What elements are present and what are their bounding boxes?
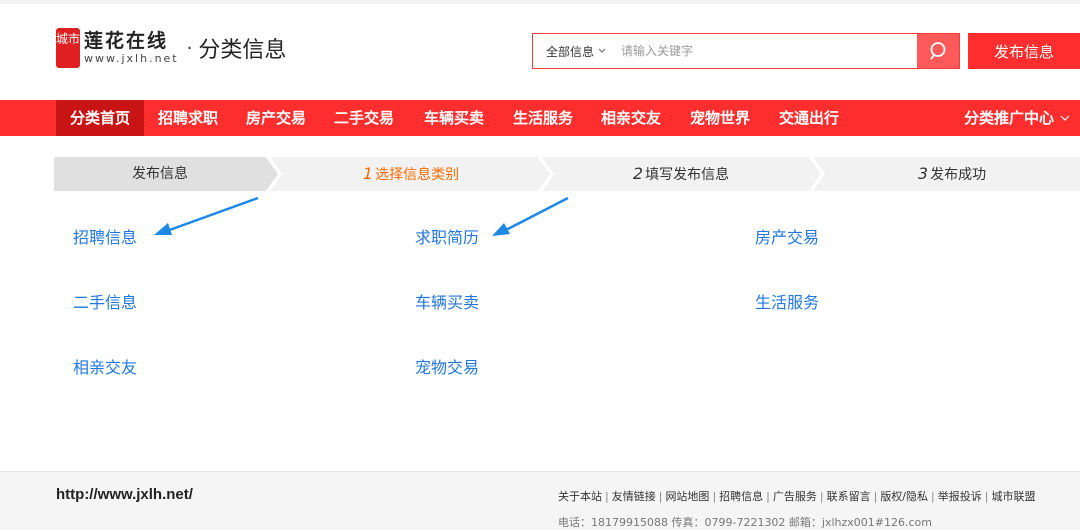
publish-button[interactable]: 发布信息 [968, 33, 1080, 69]
search-input[interactable] [619, 34, 917, 68]
logo-name: 莲花在线 [84, 30, 169, 52]
divider: | [766, 490, 770, 503]
nav-item-jobs[interactable]: 招聘求职 [144, 100, 232, 136]
main-nav: 分类首页 招聘求职 房产交易 二手交易 车辆买卖 生活服务 相亲交友 宠物世界 … [0, 100, 1080, 136]
step-label: 发布信息 [132, 166, 188, 182]
search-bar: 全部信息 [532, 33, 960, 69]
divider: | [605, 490, 609, 503]
site-header: 城市 莲花在线 www.jxlh.net · 分类信息 全部信息 发布信息 [0, 4, 1080, 100]
nav-item-transport[interactable]: 交通出行 [765, 100, 853, 136]
divider: | [984, 490, 989, 503]
footer-link-friends[interactable]: 友情链接 [612, 490, 656, 503]
step-publish-info: 发布信息 [54, 157, 266, 191]
site-logo[interactable]: 城市 莲花在线 www.jxlh.net · 分类信息 [56, 28, 286, 68]
divider: | [712, 490, 717, 503]
category-resume[interactable]: 求职简历 [415, 224, 479, 248]
footer-link-alliance[interactable]: 城市联盟 [991, 490, 1035, 503]
nav-item-secondhand[interactable]: 二手交易 [320, 100, 408, 136]
search-type-label: 全部信息 [545, 44, 594, 59]
footer-contact: 电话：18179915088 传真：0799-7221302 邮箱：jxlhzx… [558, 516, 933, 529]
section-title: 分类信息 [198, 37, 287, 62]
step-number: 3 [917, 164, 929, 183]
logo-separator: · [186, 37, 193, 59]
nav-item-dating[interactable]: 相亲交友 [587, 100, 675, 136]
step-number: 2 [632, 164, 644, 183]
promotion-center-menu[interactable]: 分类推广中心 [964, 100, 1070, 136]
nav-item-home[interactable]: 分类首页 [56, 100, 144, 136]
footer-link-privacy[interactable]: 版权/隐私 [880, 490, 928, 503]
annotation-arrow-icon [492, 196, 569, 236]
search-type-select[interactable]: 全部信息 [533, 34, 619, 68]
footer-link-jobs[interactable]: 招聘信息 [719, 490, 763, 503]
footer-link-sitemap[interactable]: 网站地图 [665, 490, 709, 503]
category-realestate[interactable]: 房产交易 [755, 224, 819, 248]
logo-text: 莲花在线 www.jxlh.net [84, 30, 179, 66]
publish-steps: 发布信息 1 选择信息类别 2 填写发布信息 3 发布成功 [54, 157, 1080, 191]
divider: | [658, 490, 663, 503]
divider: | [873, 490, 878, 503]
category-dating[interactable]: 相亲交友 [73, 354, 137, 378]
chevron-down-icon [598, 48, 606, 53]
logo-badge: 城市 [56, 28, 80, 68]
category-secondhand[interactable]: 二手信息 [73, 289, 137, 313]
step-label: 发布成功 [930, 167, 987, 183]
footer-link-report[interactable]: 举报投诉 [938, 490, 982, 503]
search-button[interactable] [917, 34, 959, 68]
category-services[interactable]: 生活服务 [755, 289, 819, 313]
footer-link-contact[interactable]: 联系留言 [827, 490, 871, 503]
nav-item-realestate[interactable]: 房产交易 [232, 100, 320, 136]
divider: | [819, 490, 824, 503]
category-pets[interactable]: 宠物交易 [415, 354, 479, 378]
step-number: 1 [362, 164, 374, 183]
footer-link-about[interactable]: 关于本站 [558, 490, 602, 503]
promotion-center-label: 分类推广中心 [963, 109, 1054, 127]
nav-item-vehicles[interactable]: 车辆买卖 [410, 100, 498, 136]
chevron-down-icon [1060, 115, 1070, 121]
footer-links: 关于本站 | 友情链接 | 网站地图 | 招聘信息 | 广告服务 | 联系留言 | 版权/隐私 | 举报投诉… [558, 488, 1035, 504]
step-fill-info: 2 填写发布信息 [550, 157, 812, 191]
site-footer: http://www.jxlh.net/ 关于本站 | 友情链接 | 网站地图 | 招聘信息… [0, 471, 1080, 530]
step-select-category: 1 选择信息类别 [280, 157, 542, 191]
step-label: 填写发布信息 [645, 167, 730, 183]
logo-domain: www.jxlh.net [84, 52, 179, 65]
annotation-arrow-icon [154, 196, 259, 235]
step-success: 3 发布成功 [821, 157, 1080, 191]
divider: | [931, 490, 935, 503]
footer-url[interactable]: http://www.jxlh.net/ [56, 486, 193, 503]
step-label: 选择信息类别 [375, 167, 460, 183]
category-vehicles[interactable]: 车辆买卖 [415, 289, 479, 313]
footer-link-ads[interactable]: 广告服务 [773, 490, 817, 503]
nav-item-services[interactable]: 生活服务 [499, 100, 587, 136]
nav-item-pets[interactable]: 宠物世界 [676, 100, 764, 136]
category-recruitment[interactable]: 招聘信息 [73, 224, 137, 248]
search-icon [930, 42, 946, 60]
